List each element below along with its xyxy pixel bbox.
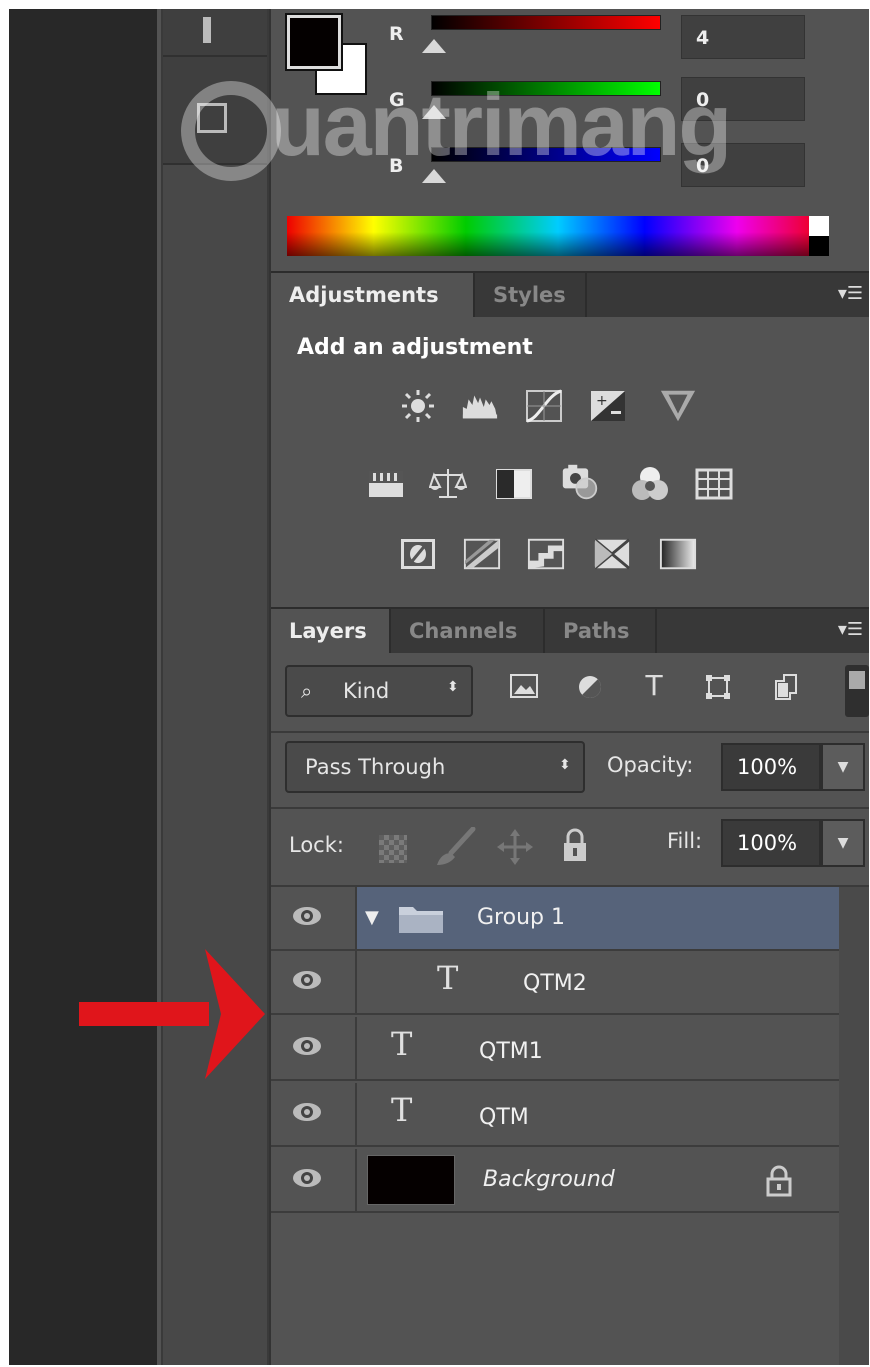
tab-layers[interactable]: Layers [271, 609, 391, 653]
layer-name: Group 1 [477, 905, 565, 930]
opacity-input[interactable]: 100% [721, 743, 821, 791]
visibility-eye-icon[interactable] [291, 1167, 323, 1189]
r-value-field[interactable]: 4 [681, 15, 805, 59]
layers-tabbar: Layers Channels Paths ▾☰ [271, 607, 869, 653]
adjustments-tabbar: Adjustments Styles ▾☰ [271, 271, 869, 317]
layer-row-qtm2[interactable]: T QTM2 [271, 951, 839, 1015]
black-white-icon[interactable] [495, 467, 533, 501]
selected-layer-highlight: ▼ Group 1 [357, 887, 839, 949]
blend-mode-value: Pass Through [305, 755, 446, 779]
adjustments-heading: Add an adjustment [297, 335, 533, 360]
select-arrows-icon: ⬍ [447, 679, 459, 695]
row-divider [355, 951, 357, 1013]
photo-filter-icon[interactable] [561, 464, 599, 500]
folder-icon [399, 907, 443, 933]
smart-object-filter-icon[interactable] [769, 673, 803, 708]
r-slider-knob[interactable] [422, 39, 446, 53]
adjustments-panel-menu-icon[interactable]: ▾☰ [838, 283, 863, 304]
history-icon [203, 17, 211, 43]
visibility-eye-icon[interactable] [291, 905, 323, 927]
levels-icon[interactable] [461, 389, 499, 423]
tab-styles[interactable]: Styles [475, 273, 587, 317]
spectrum-black-white-swatch[interactable] [809, 216, 829, 256]
lock-label: Lock: [289, 833, 344, 857]
layer-name: QTM [479, 1105, 529, 1130]
type-layer-filter-icon[interactable]: T [637, 669, 671, 702]
expand-group-chevron-icon[interactable]: ▼ [365, 907, 379, 928]
layer-row-qtm1[interactable]: T QTM1 [271, 1017, 839, 1081]
visibility-eye-icon[interactable] [291, 1035, 323, 1057]
type-layer-icon: T [437, 959, 459, 997]
photoshop-window: R 4 G 0 B 0 Adjustments Styles ▾☰ Add an… [9, 9, 869, 1365]
divider [271, 731, 869, 733]
opacity-dropdown-button[interactable]: ▼ [821, 743, 865, 791]
collapsed-panel-dock [161, 9, 269, 1365]
visibility-eye-icon[interactable] [291, 1101, 323, 1123]
layer-list: ▼ Group 1 T QTM2 T QTM1 T QTM Background [271, 887, 839, 1227]
divider [271, 807, 869, 809]
layer-row-qtm[interactable]: T QTM [271, 1083, 839, 1147]
exposure-icon[interactable]: + [589, 389, 627, 423]
color-balance-icon[interactable] [429, 467, 467, 501]
gradient-map-icon[interactable] [659, 537, 697, 571]
visibility-eye-icon[interactable] [291, 969, 323, 991]
select-arrows-icon: ⬍ [559, 757, 571, 773]
row-divider [355, 1149, 357, 1211]
tab-adjustments[interactable]: Adjustments [271, 273, 475, 317]
filter-toggle-switch[interactable] [845, 665, 869, 717]
selective-color-icon[interactable] [593, 537, 631, 571]
opacity-label: Opacity: [607, 753, 694, 777]
foreground-color-swatch[interactable] [287, 15, 341, 69]
shape-layer-filter-icon[interactable] [701, 673, 735, 708]
lock-image-pixels-icon[interactable] [433, 826, 479, 871]
row-divider [355, 1017, 357, 1079]
threshold-icon[interactable] [527, 537, 565, 571]
tab-paths[interactable]: Paths [545, 609, 657, 653]
layer-row-background[interactable]: Background [271, 1149, 839, 1213]
layer-filter-kind-select[interactable]: ⌕ Kind ⬍ [285, 665, 473, 717]
row-divider [355, 1083, 357, 1145]
filter-kind-label: Kind [343, 679, 390, 703]
vibrance-icon[interactable] [659, 389, 697, 423]
curves-icon[interactable] [525, 389, 563, 423]
tab-channels[interactable]: Channels [391, 609, 545, 653]
layer-thumbnail [367, 1155, 455, 1205]
channel-mixer-icon[interactable] [631, 467, 669, 501]
layer-name: QTM1 [479, 1039, 543, 1064]
layer-lock-icon [766, 1165, 792, 1197]
posterize-icon[interactable] [463, 537, 501, 571]
fill-label: Fill: [667, 829, 703, 853]
lock-transparent-pixels-icon[interactable] [379, 835, 407, 863]
adjustment-layer-filter-icon[interactable] [573, 673, 607, 708]
color-lookup-icon[interactable] [695, 467, 733, 501]
layer-name: QTM2 [523, 971, 587, 996]
layer-name: Background [483, 1167, 615, 1192]
layer-row-group-1[interactable]: ▼ Group 1 [271, 887, 839, 951]
type-layer-icon: T [391, 1025, 413, 1063]
lock-position-icon[interactable] [497, 829, 533, 869]
search-icon: ⌕ [301, 679, 313, 703]
watermark-text: uantrimang [271, 75, 732, 174]
red-arrow-annotation [79, 949, 265, 1079]
right-panels: R 4 G 0 B 0 Adjustments Styles ▾☰ Add an… [269, 9, 869, 1365]
blend-mode-select[interactable]: Pass Through ⬍ [285, 741, 585, 793]
lock-all-icon[interactable] [561, 827, 589, 867]
canvas-area [9, 9, 157, 1365]
fill-input[interactable]: 100% [721, 819, 821, 867]
invert-icon[interactable] [399, 537, 437, 571]
color-spectrum-bar[interactable] [287, 216, 829, 256]
r-label: R [389, 23, 404, 45]
layers-scrollbar[interactable] [839, 887, 869, 1365]
brightness-contrast-icon[interactable] [399, 389, 437, 423]
watermark-logo [181, 81, 281, 181]
hue-saturation-icon[interactable] [367, 467, 405, 501]
pixel-layer-filter-icon[interactable] [507, 673, 541, 706]
fill-dropdown-button[interactable]: ▼ [821, 819, 865, 867]
type-layer-icon: T [391, 1091, 413, 1129]
svg-text:+: + [596, 393, 608, 409]
layers-panel-menu-icon[interactable]: ▾☰ [838, 619, 863, 640]
r-slider[interactable] [431, 15, 661, 30]
history-panel-button[interactable] [163, 9, 267, 57]
